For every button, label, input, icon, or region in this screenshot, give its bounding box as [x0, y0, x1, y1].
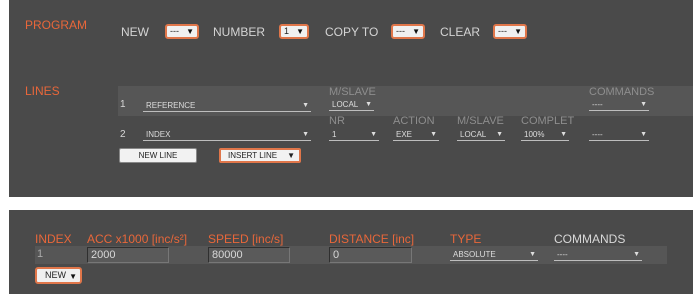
line-1-commands-value: ----: [592, 100, 603, 109]
line-2-mslave-header: M/SLAVE: [457, 115, 504, 127]
caret-down-icon: ▼: [287, 151, 295, 160]
line-1-commands-header: COMMANDS: [589, 86, 655, 98]
program-number-select[interactable]: 1 ▼: [279, 24, 309, 39]
line-2-action-value: EXE: [396, 130, 413, 139]
new-line-button[interactable]: NEW LINE: [119, 148, 197, 163]
line-1-commands-select[interactable]: ---- ▼: [589, 100, 649, 111]
type-select[interactable]: ABSOLUTE ▼: [450, 250, 538, 261]
index-panel: INDEX ACC x1000 [inc/s²] SPEED [inc/s] D…: [9, 210, 693, 294]
line-2-type-value: INDEX: [146, 130, 171, 139]
new-label: NEW: [121, 25, 149, 39]
program-number-value: 1: [284, 26, 290, 36]
type-header: TYPE: [450, 232, 482, 246]
new-index-value: NEW: [45, 270, 66, 280]
acc-header: ACC x1000 [inc/s²]: [87, 232, 188, 246]
line-2-index: 2: [120, 129, 126, 140]
index-commands-select[interactable]: ---- ▼: [554, 250, 642, 261]
program-panel: PROGRAM NEW --- ▼ NUMBER 1 ▼ COPY TO ---…: [9, 0, 693, 197]
line-1-mslave-select[interactable]: LOCAL ▼: [329, 100, 374, 111]
caret-down-icon: ▼: [640, 131, 647, 138]
caret-down-icon: ▼: [560, 131, 567, 138]
line-2-nr-header: NR: [329, 115, 345, 127]
line-2-action-select[interactable]: EXE ▼: [393, 130, 439, 141]
lines-title: LINES: [25, 84, 60, 98]
line-2-commands-value: ----: [592, 130, 603, 139]
caret-down-icon: ▼: [529, 251, 536, 258]
caret-down-icon: ▼: [633, 251, 640, 258]
new-program-select[interactable]: --- ▼: [165, 24, 199, 39]
copy-to-select[interactable]: --- ▼: [391, 24, 425, 39]
distance-header: DISTANCE [inc]: [329, 232, 415, 246]
line-2-commands-select[interactable]: ---- ▼: [589, 130, 649, 141]
number-label: NUMBER: [213, 25, 266, 39]
insert-line-select[interactable]: INSERT LINE ▼: [219, 148, 301, 163]
line-2-action-header: ACTION: [393, 115, 435, 127]
line-1-mslave-header: M/SLAVE: [329, 86, 376, 98]
line-2-nr-select[interactable]: 1 ▼: [329, 130, 379, 141]
clear-select[interactable]: --- ▼: [493, 24, 527, 39]
copy-to-label: COPY TO: [325, 25, 379, 39]
line-2-mslave-value: LOCAL: [460, 130, 487, 139]
speed-input[interactable]: 80000: [208, 247, 290, 263]
line-1-mslave-value: LOCAL: [332, 100, 359, 109]
caret-down-icon: ▼: [640, 101, 647, 108]
index-row-index: 1: [37, 248, 44, 260]
line-2-complet-select[interactable]: 100% ▼: [521, 130, 569, 141]
caret-down-icon: ▼: [302, 102, 309, 109]
new-program-value: ---: [170, 26, 179, 36]
type-value: ABSOLUTE: [453, 250, 496, 259]
line-2-type-select[interactable]: INDEX ▼: [143, 130, 311, 141]
caret-down-icon: ▼: [302, 131, 309, 138]
acc-input[interactable]: 2000: [87, 247, 169, 263]
distance-input[interactable]: 0: [329, 247, 412, 263]
line-1-index: 1: [120, 99, 126, 110]
speed-header: SPEED [inc/s]: [208, 232, 284, 246]
caret-down-icon: ▼: [430, 131, 437, 138]
index-header: INDEX: [35, 232, 72, 246]
caret-down-icon: ▼: [412, 27, 420, 36]
copy-to-value: ---: [396, 26, 405, 36]
clear-label: CLEAR: [440, 25, 481, 39]
caret-down-icon: ▼: [365, 101, 372, 108]
index-commands-value: ----: [557, 250, 568, 259]
insert-line-value: INSERT LINE: [228, 151, 278, 160]
line-2-mslave-select[interactable]: LOCAL ▼: [457, 130, 505, 141]
caret-down-icon: ▼: [296, 27, 304, 36]
caret-down-icon: ▼: [496, 131, 503, 138]
caret-down-icon: ▼: [370, 131, 377, 138]
program-title: PROGRAM: [25, 18, 88, 32]
line-1-type-value: REFERENCE: [146, 101, 196, 110]
caret-down-icon: ▼: [186, 27, 194, 36]
caret-down-icon: ▼: [514, 27, 522, 36]
commands-header: COMMANDS: [554, 232, 626, 246]
line-1-type-select[interactable]: REFERENCE ▼: [143, 101, 311, 112]
line-2-complet-header: COMPLET: [521, 115, 575, 127]
new-index-select[interactable]: NEW ▼: [35, 267, 82, 284]
line-2-complet-value: 100%: [524, 130, 545, 139]
clear-value: ---: [498, 26, 507, 36]
line-2-nr-value: 1: [332, 130, 337, 139]
caret-down-icon: ▼: [69, 272, 77, 281]
